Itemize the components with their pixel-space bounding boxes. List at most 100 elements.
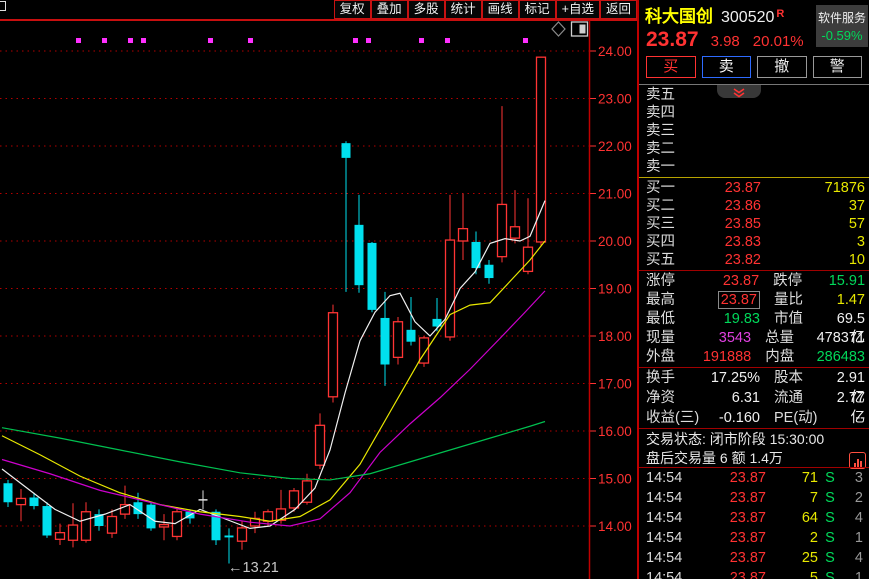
stat-value: 1.47 [830,291,869,310]
stat-label: 市值 [760,310,830,329]
candle-body [43,506,52,535]
stock-code: 300520 [721,9,774,27]
candle-body [238,528,247,541]
axis-label: 21.00 [598,187,632,202]
buy-level-volume: 10 [793,251,869,269]
tick-time: 14:54 [646,548,694,568]
tick-side: S [818,488,842,508]
stat-label: 外盘 [646,348,703,367]
tick-row: 14:5423.872S1 [639,528,869,548]
buy-button[interactable]: 买 [646,56,696,78]
quote-panel: 科大国创 300520 R 软件服务 -0.59% 23.87 3.98 20.… [637,0,869,579]
ma-line-ma5 [2,201,545,529]
sell-level-label: 卖一 [646,158,690,176]
sell-level[interactable]: 卖五 [639,86,869,104]
sell-level[interactable]: 卖四 [639,104,869,122]
candle-body [108,517,117,534]
candle-body [485,265,494,278]
fundamental-value: -- [830,408,869,428]
buy-level[interactable]: 买五23.8210 [639,251,869,269]
buy-level-price: 23.85 [690,215,793,233]
ma-line-ma20 [2,291,545,526]
axis-label: 15.00 [598,472,632,487]
candle-body [290,491,299,508]
tick-time: 14:54 [646,468,694,488]
axis-label: 20.00 [598,234,632,249]
tick-row: 14:5423.875S1 [639,568,869,579]
alert-button[interactable]: 警 [813,56,863,78]
stat-label: 量比 [760,291,830,310]
buy-level[interactable]: 买四23.833 [639,233,869,251]
buy-level-label: 买四 [646,233,690,251]
sell-level-price [690,104,793,122]
tick-time: 14:54 [646,508,694,528]
stock-name: 科大国创 [645,2,713,27]
stat-label: 跌停 [759,272,829,291]
cancel-button[interactable]: 撤 [757,56,807,78]
fundamental-value: 2.77亿 [830,388,869,408]
tick-volume: 2 [766,528,818,548]
fundamental-row: 换手17.25%股本2.91亿 [639,368,869,388]
axis-label: 18.00 [598,329,632,344]
signal-dot [76,38,81,43]
fundamental-value-text: -- [855,410,865,426]
signal-dot [445,38,450,43]
buy-level-label: 买五 [646,251,690,269]
tick-time: 14:54 [646,488,694,508]
candle-body [459,229,468,241]
sell-level-volume [793,140,869,158]
buy-level-label: 买一 [646,179,690,197]
kline-chart[interactable]: 24.0023.0022.0021.0020.0019.0018.0017.00… [0,0,637,579]
signal-dot [102,38,107,43]
candle-body [160,525,169,527]
divider [639,428,869,429]
stat-label: 总量 [751,329,817,348]
buy-level[interactable]: 买一23.8771876 [639,179,869,197]
stat-label: 现量 [646,329,703,348]
sell-level-volume [793,104,869,122]
stat-value: 23.87 [708,272,760,291]
tick-row: 14:5423.8764S4 [639,508,869,528]
signal-dot [128,38,133,43]
candle-body [17,498,26,504]
stat-value-text: 23.87 [723,273,759,289]
axis-label: 22.00 [598,139,632,154]
tick-count: 4 [842,548,869,568]
buy-level[interactable]: 买二23.8637 [639,197,869,215]
tick-row: 14:5423.8725S4 [639,548,869,568]
candle-body [316,425,325,465]
fundamental-value: 6.31 [708,388,760,408]
fundamental-value: 2.91亿 [830,368,869,388]
tick-count: 1 [842,528,869,548]
stat-value-text: 15.91 [829,273,865,289]
sell-level[interactable]: 卖一 [639,158,869,176]
fundamental-label: 净资 [646,388,708,408]
stat-label: 涨停 [646,272,708,291]
fundamental-value: 17.25% [708,368,760,388]
price-row: 23.87 3.98 20.01% [639,28,869,54]
diamond-icon [552,22,565,36]
sell-level[interactable]: 卖二 [639,140,869,158]
after-hours-volume: 盘后交易量 6 额 1.4万 [639,449,869,468]
fundamental-value: -0.160 [708,408,760,428]
tick-price: 23.87 [694,548,766,568]
sell-button[interactable]: 卖 [702,56,752,78]
sell-level-price [690,86,793,104]
sell-level-volume [793,122,869,140]
sell-level-price [690,140,793,158]
fundamental-row: 收益(三)-0.160PE(动)-- [639,408,869,428]
margin-trading-r-tag: R [776,8,784,20]
tick-price: 23.87 [694,528,766,548]
sell-level-label: 卖五 [646,86,690,104]
stat-label: 最低 [646,310,708,329]
candle-body [368,243,377,310]
fundamental-label: PE(动) [760,408,830,428]
axis-label: 23.00 [598,92,632,107]
sell-queue: 卖五卖四卖三卖二卖一 [639,86,869,176]
buy-level-volume: 71876 [793,179,869,197]
buy-level[interactable]: 买三23.8557 [639,215,869,233]
stat-value: 15.91 [829,272,869,291]
sell-level[interactable]: 卖三 [639,122,869,140]
sell-level-price [690,158,793,176]
stat-value-text: 3543 [719,330,751,346]
